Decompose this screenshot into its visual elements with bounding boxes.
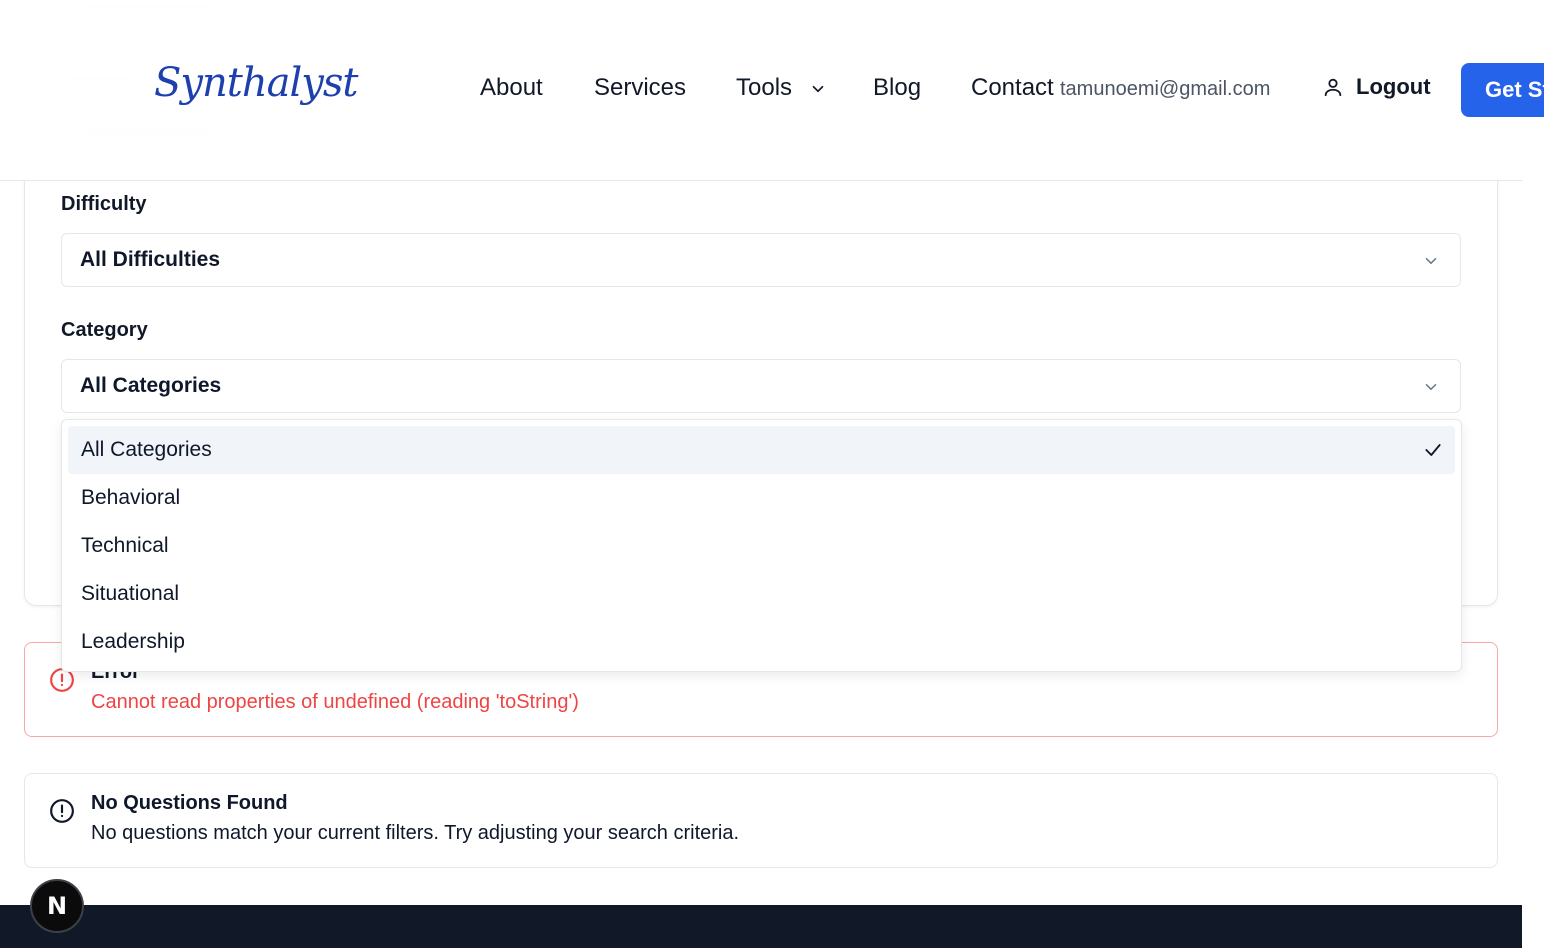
nav-about[interactable]: About bbox=[480, 74, 543, 102]
site-logo[interactable]: Synthalyst bbox=[154, 60, 358, 106]
category-select[interactable]: All Categories bbox=[61, 359, 1461, 413]
chevron-down-icon bbox=[1425, 258, 1437, 264]
no-questions-message: No questions match your current filters.… bbox=[91, 822, 740, 844]
no-questions-title: No Questions Found bbox=[91, 792, 288, 814]
option-label: Situational bbox=[81, 582, 180, 605]
option-label: All Categories bbox=[81, 438, 212, 461]
get-started-button[interactable]: Get St bbox=[1461, 63, 1544, 117]
logout-button[interactable]: Logout bbox=[1322, 74, 1431, 100]
difficulty-value: All Difficulties bbox=[80, 248, 221, 271]
nav-blog[interactable]: Blog bbox=[873, 74, 921, 102]
category-option-all[interactable]: All Categories bbox=[68, 426, 1455, 474]
check-icon bbox=[1425, 444, 1441, 456]
user-icon bbox=[1324, 78, 1342, 97]
nextjs-dev-badge[interactable]: N bbox=[30, 879, 84, 933]
category-option-technical[interactable]: Technical bbox=[68, 522, 1455, 570]
category-value: All Categories bbox=[80, 374, 222, 397]
site-footer bbox=[0, 905, 1522, 948]
option-label: Technical bbox=[81, 534, 169, 557]
category-option-leadership[interactable]: Leadership bbox=[68, 618, 1455, 666]
category-option-behavioral[interactable]: Behavioral bbox=[68, 474, 1455, 522]
option-label: Leadership bbox=[81, 630, 185, 653]
category-option-situational[interactable]: Situational bbox=[68, 570, 1455, 618]
option-label: Behavioral bbox=[81, 486, 181, 509]
category-label: Category bbox=[61, 319, 148, 341]
nav-tools[interactable]: Tools bbox=[736, 74, 827, 102]
chevron-down-icon bbox=[812, 85, 824, 92]
site-header: Synthalyst About Services Tools Blog Con… bbox=[0, 0, 1544, 181]
no-questions-alert: No Questions Found No questions match yo… bbox=[24, 773, 1498, 868]
alert-circle-icon bbox=[50, 799, 74, 823]
chevron-down-icon bbox=[1425, 384, 1437, 390]
nav-services[interactable]: Services bbox=[594, 74, 686, 102]
user-email: tamunoemi@gmail.com bbox=[1060, 78, 1271, 100]
logout-label: Logout bbox=[1356, 74, 1431, 99]
error-alert-message: Cannot read properties of undefined (rea… bbox=[91, 691, 579, 713]
nav-contact[interactable]: Contact bbox=[971, 74, 1054, 102]
nav-tools-label: Tools bbox=[736, 74, 793, 101]
difficulty-select[interactable]: All Difficulties bbox=[61, 233, 1461, 287]
difficulty-label: Difficulty bbox=[61, 193, 147, 215]
category-dropdown-menu: All Categories Behavioral Technical Situ… bbox=[61, 419, 1462, 672]
